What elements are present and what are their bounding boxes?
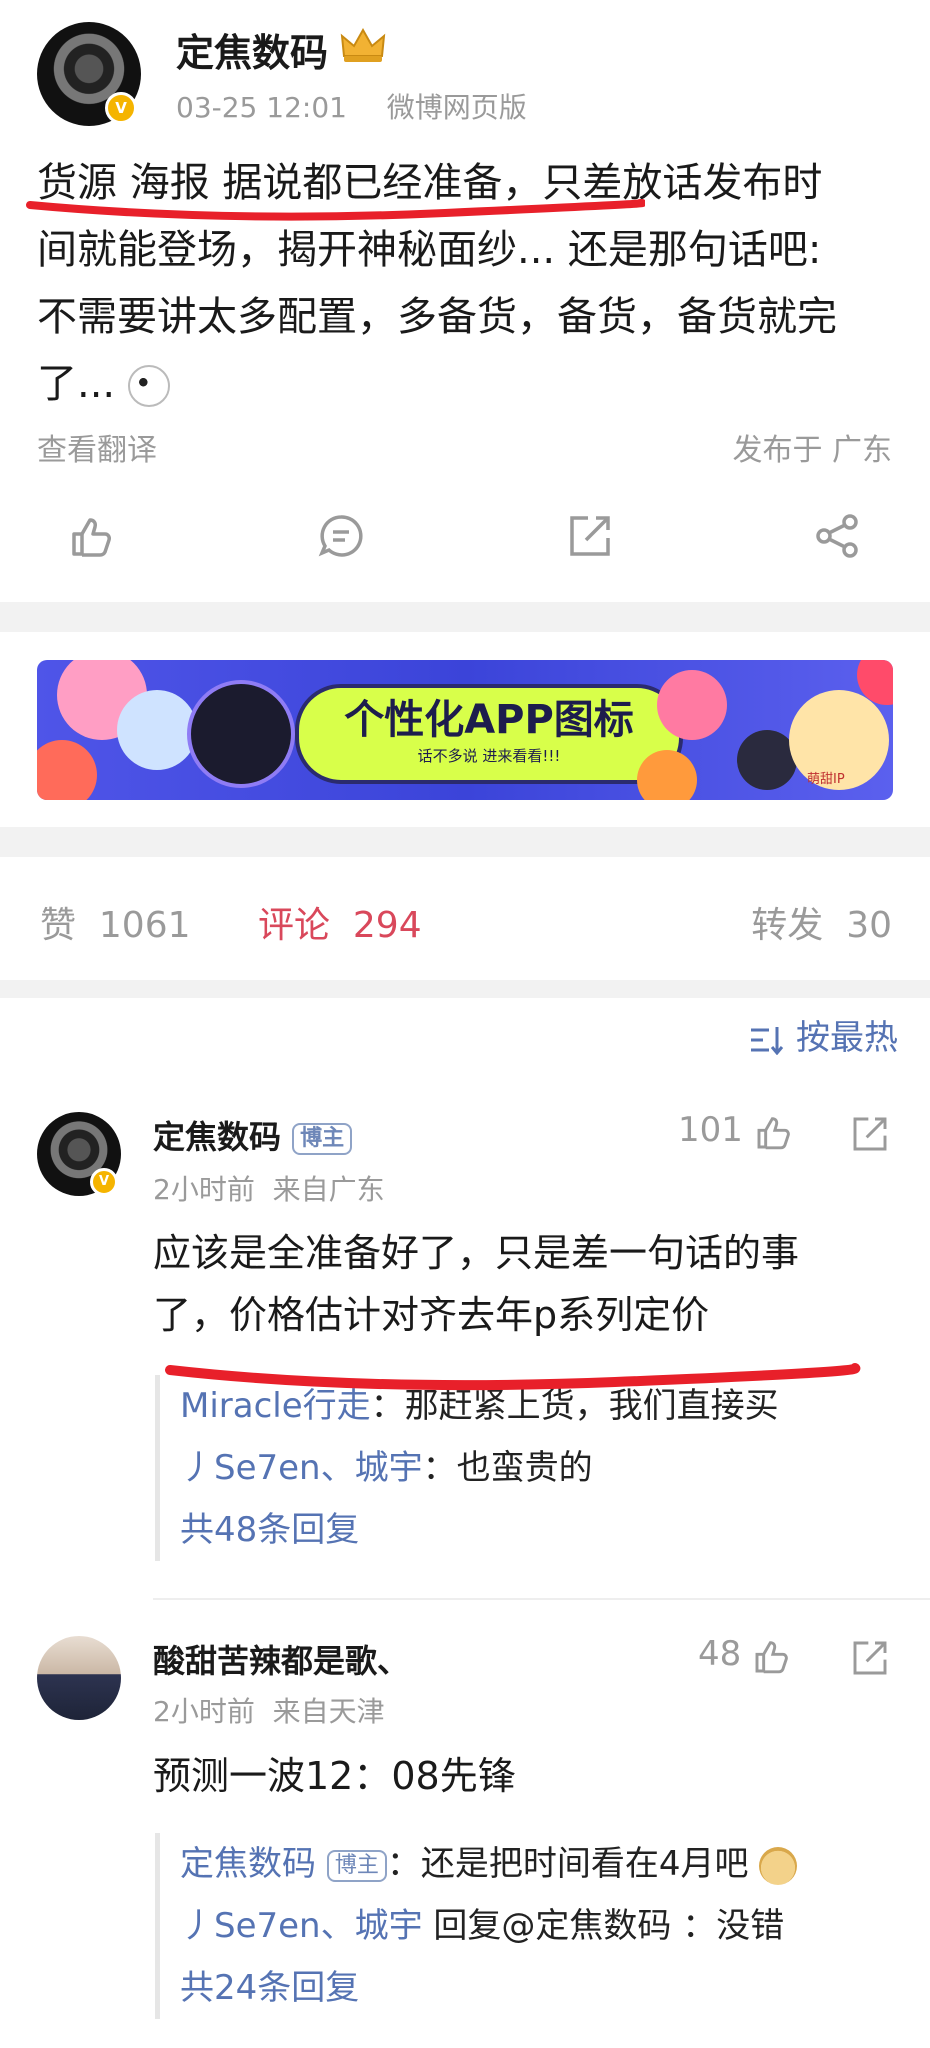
comment-share-button[interactable] xyxy=(850,1638,890,1678)
comment-meta: 2小时前 来自天津 xyxy=(153,1695,385,1728)
post-content-line: 间就能登场，揭开神秘面纱... 还是那句话吧: xyxy=(37,227,822,273)
comment-button[interactable] xyxy=(317,512,365,560)
verified-badge-icon: V xyxy=(105,92,137,124)
post-source: 微博网页版 xyxy=(386,91,527,124)
reply-thread[interactable]: Miracle行走：那赶紧上货，我们直接买 丿Se7en、城宇：也蛮贵的 共48… xyxy=(155,1375,779,1561)
reply-item: 丿Se7en、城宇 回复@定焦数码 ：没错 xyxy=(180,1906,785,1946)
post-author-name[interactable]: 定焦数码 xyxy=(176,22,328,77)
share-box-icon xyxy=(853,1117,887,1151)
comment-like-count[interactable]: 101 xyxy=(678,1110,794,1152)
section-divider xyxy=(0,602,930,632)
likes-tab[interactable]: 赞 1061 xyxy=(40,896,191,948)
banner-logo-text: 萌甜IP xyxy=(807,772,845,787)
post-content-line: 不需要讲太多配置，多备货，备货，备货就完 xyxy=(37,294,837,340)
comment-icon xyxy=(318,515,363,557)
thumbs-up-icon xyxy=(757,1116,790,1149)
post-content: 货源 海报 据说都已经准备，只差放话发布时 间就能登场，揭开神秘面纱... 还是… xyxy=(37,150,837,418)
like-button[interactable] xyxy=(68,512,116,560)
panda-emoji-icon xyxy=(127,365,170,407)
post-timestamp: 03-25 12:01 xyxy=(176,91,347,124)
blogger-badge: 博主 xyxy=(326,1849,387,1882)
reply-thread[interactable]: 定焦数码 博主 ：还是把时间看在4月吧 丿Se7en、城宇 回复@定焦数码 ：没错… xyxy=(155,1833,798,2019)
promo-banner[interactable]: 个性化APP图标 话不多说 进来看看!!! 萌甜IP xyxy=(37,660,893,800)
comment-author[interactable]: 酸甜苦辣都是歌、 xyxy=(153,1636,409,1682)
comment-share-button[interactable] xyxy=(850,1114,890,1154)
comment-author[interactable]: 定焦数码 博主 xyxy=(153,1112,353,1158)
more-replies-link[interactable]: 共24条回复 xyxy=(180,1957,797,2019)
post-content-line: 了... xyxy=(37,351,837,418)
post-meta: 03-25 12:01 微博网页版 xyxy=(176,86,527,126)
section-divider xyxy=(0,827,930,857)
comment-text: 预测一波12：08先锋 xyxy=(153,1754,516,1798)
banner-subtitle: 话不多说 进来看看!!! xyxy=(417,747,561,765)
sort-icon xyxy=(751,1026,784,1055)
thumbs-up-icon xyxy=(755,1640,788,1673)
crown-badge-icon xyxy=(338,26,388,66)
annotation-underline-post xyxy=(26,199,645,221)
share-box-icon xyxy=(853,1641,887,1675)
share-box-icon xyxy=(570,516,610,556)
annotation-underline-comment xyxy=(165,1363,861,1391)
blogger-badge: 博主 xyxy=(292,1123,353,1155)
reply-author[interactable]: 定焦数码 xyxy=(180,1844,316,1884)
comment-text: 应该是全准备好了，只是差一句话的事 了，价格估计对齐去年p系列定价 xyxy=(153,1231,800,1337)
comment-meta: 2小时前 来自广东 xyxy=(153,1173,385,1206)
reposts-tab[interactable]: 转发 30 xyxy=(751,896,892,948)
thumbs-up-icon xyxy=(72,518,111,557)
repost-button[interactable] xyxy=(566,512,614,560)
translate-link[interactable]: 查看翻译 xyxy=(37,425,157,469)
reply-author[interactable]: 丿Se7en、城宇 xyxy=(180,1448,423,1488)
comments-tab[interactable]: 评论 294 xyxy=(258,896,422,948)
comment-like-count[interactable]: 48 xyxy=(698,1634,792,1676)
more-replies-link[interactable]: 共48条回复 xyxy=(180,1499,779,1561)
banner-title: 个性化APP图标 xyxy=(344,697,634,743)
reply-author[interactable]: 丿Se7en、城宇 xyxy=(180,1906,423,1946)
doge-emoji-icon xyxy=(759,1846,798,1885)
share-button[interactable] xyxy=(814,512,862,560)
verified-badge-icon: V xyxy=(90,1168,118,1196)
sort-button[interactable]: 按最热 xyxy=(749,1010,898,1059)
reply-item: 定焦数码 博主 ：还是把时间看在4月吧 xyxy=(180,1833,798,1895)
app-logo-icon xyxy=(187,680,295,788)
section-divider xyxy=(0,980,930,998)
reply-item: 丿Se7en、城宇：也蛮贵的 xyxy=(180,1448,593,1488)
published-location: 发布于 广东 xyxy=(732,433,892,468)
commenter-avatar[interactable] xyxy=(37,1636,121,1720)
comment-separator xyxy=(153,1598,930,1600)
share-network-icon xyxy=(816,514,858,558)
